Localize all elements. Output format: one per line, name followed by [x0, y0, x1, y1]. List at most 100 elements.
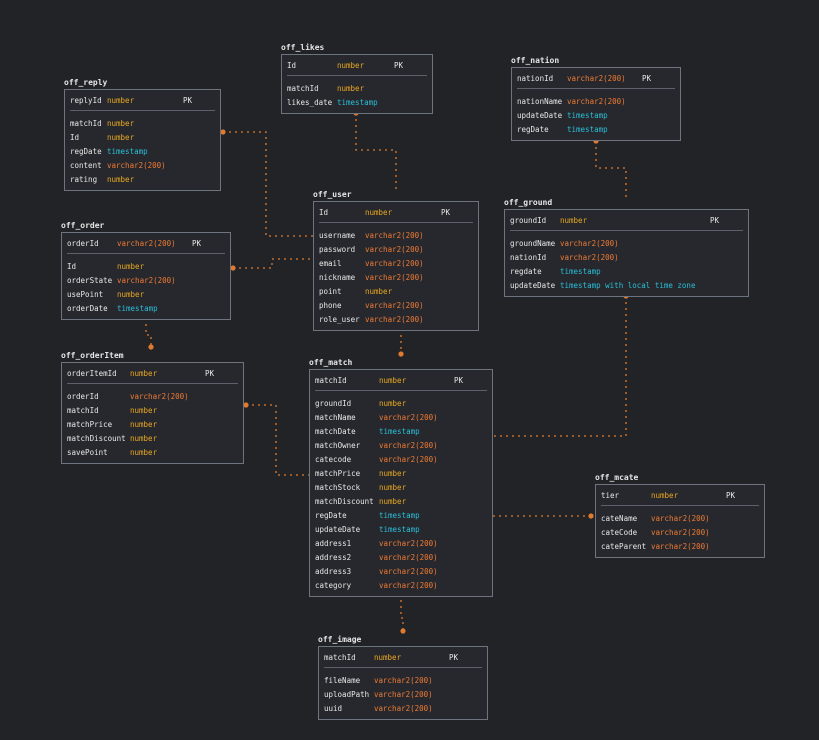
field-row: savePoint number	[62, 447, 243, 459]
field-row: cateParent varchar2(200)	[596, 541, 764, 553]
field-name: matchPrice	[67, 420, 113, 429]
field-type: timestamp	[117, 304, 158, 313]
field-name: matchId	[287, 84, 319, 93]
field-row: matchPrice number	[310, 468, 492, 480]
field-row: uuid varchar2(200)	[319, 703, 487, 715]
field-row: matchDiscount number	[310, 496, 492, 508]
field-name: nationName	[517, 97, 563, 106]
relation-off_order-off_orderItem	[145, 318, 154, 350]
field-row: usePoint number	[62, 289, 230, 301]
table-off_ground[interactable]: groundId number PK groundName varchar2(200) n…	[504, 209, 749, 297]
field-name: Id	[67, 262, 77, 271]
field-name: orderDate	[67, 304, 108, 313]
table-name-off_ground: off_ground	[504, 198, 553, 207]
field-name: fileName	[324, 676, 361, 685]
field-type: number	[130, 406, 158, 415]
field-name: nationId	[510, 253, 547, 262]
pk-field-type: number	[337, 61, 365, 70]
field-row: address2 varchar2(200)	[310, 552, 492, 564]
field-type: varchar2(200)	[379, 441, 438, 450]
field-type: varchar2(200)	[365, 245, 424, 254]
field-name: orderId	[67, 392, 99, 401]
table-off_reply[interactable]: replyId number PK matchId number Id number regD…	[64, 89, 221, 191]
pk-field-name: groundId	[510, 216, 547, 225]
field-type: timestamp	[379, 525, 420, 534]
relation-endpoint	[400, 628, 406, 634]
table-off_nation[interactable]: nationId varchar2(200) PK nationName varchar…	[511, 67, 681, 141]
field-name: matchName	[315, 413, 356, 422]
relation-off_likes-off_user	[353, 110, 397, 190]
field-type: varchar2(200)	[379, 581, 438, 590]
pk-field-name: replyId	[70, 96, 102, 105]
field-type: number	[107, 133, 135, 142]
field-type: number	[130, 434, 158, 443]
pk-field-name: matchId	[324, 653, 356, 662]
field-name: matchStock	[315, 483, 361, 492]
pk-row: Id number PK	[282, 60, 432, 72]
field-row: nationName varchar2(200)	[512, 96, 680, 108]
field-name: cateParent	[601, 542, 647, 551]
field-row: rating number	[65, 174, 220, 186]
field-row: username varchar2(200)	[314, 230, 478, 242]
pk-badge: PK	[449, 653, 459, 662]
table-off_user[interactable]: Id number PK username varchar2(200) password v…	[313, 201, 479, 331]
field-type: varchar2(200)	[651, 542, 710, 551]
field-row: content varchar2(200)	[65, 160, 220, 172]
field-row: nationId varchar2(200)	[505, 252, 748, 264]
table-off_image[interactable]: matchId number PK fileName varchar2(200) uplo…	[318, 646, 488, 720]
field-row: updateDate timestamp	[512, 110, 680, 122]
field-type: varchar2(200)	[365, 301, 424, 310]
table-name-off_orderItem: off_orderItem	[61, 351, 124, 360]
field-name: savePoint	[67, 448, 108, 457]
field-type: varchar2(200)	[379, 553, 438, 562]
field-type: number	[337, 84, 365, 93]
field-type: number	[379, 469, 407, 478]
pk-badge: PK	[726, 491, 736, 500]
relation-endpoint	[220, 129, 226, 135]
field-type: varchar2(200)	[379, 413, 438, 422]
field-name: password	[319, 245, 356, 254]
field-name: email	[319, 259, 342, 268]
relation-endpoint	[230, 265, 236, 271]
pk-row: nationId varchar2(200) PK	[512, 73, 680, 85]
field-row: matchPrice number	[62, 419, 243, 431]
pk-field-type: number	[379, 376, 407, 385]
field-row: matchId number	[65, 118, 220, 130]
pk-badge: PK	[183, 96, 193, 105]
field-type: number	[107, 119, 135, 128]
table-name-off_likes: off_likes	[281, 43, 325, 52]
field-row: orderDate timestamp	[62, 303, 230, 315]
table-name-off_nation: off_nation	[511, 56, 560, 65]
field-name: matchDate	[315, 427, 356, 436]
field-type: number	[379, 399, 407, 408]
field-type: timestamp	[567, 125, 608, 134]
table-off_order[interactable]: orderId varchar2(200) PK Id number orderState…	[61, 232, 231, 320]
field-row: matchOwner varchar2(200)	[310, 440, 492, 452]
field-row: groundName varchar2(200)	[505, 238, 748, 250]
field-name: cateName	[601, 514, 638, 523]
table-name-off_order: off_order	[61, 221, 105, 230]
pk-row: matchId number PK	[319, 652, 487, 664]
pk-divider	[315, 390, 487, 391]
field-type: varchar2(200)	[365, 273, 424, 282]
field-type: varchar2(200)	[560, 239, 619, 248]
relation-off_order-off_user	[230, 258, 313, 271]
field-type: number	[379, 483, 407, 492]
field-name: matchDiscount	[67, 434, 126, 443]
field-name: cateCode	[601, 528, 638, 537]
pk-field-type: number	[374, 653, 402, 662]
field-name: matchOwner	[315, 441, 361, 450]
pk-field-type: number	[365, 208, 393, 217]
field-name: regDate	[517, 125, 549, 134]
relation-off_orderItem-off_match	[243, 402, 309, 476]
relation-off_nation-off_ground	[593, 138, 627, 198]
table-name-off_reply: off_reply	[64, 78, 108, 87]
table-off_orderItem[interactable]: orderItemId number PK orderId varchar2(200) m…	[61, 362, 244, 464]
field-name: regDate	[70, 147, 102, 156]
field-row: matchDate timestamp	[310, 426, 492, 438]
table-off_match[interactable]: matchId number PK groundId number matchName va…	[309, 369, 493, 597]
field-name: regDate	[315, 511, 347, 520]
field-name: orderState	[67, 276, 113, 285]
table-off_likes[interactable]: Id number PK matchId number likes_date timesta…	[281, 54, 433, 114]
table-off_mcate[interactable]: tier number PK cateName varchar2(200) cateCod…	[595, 484, 765, 558]
